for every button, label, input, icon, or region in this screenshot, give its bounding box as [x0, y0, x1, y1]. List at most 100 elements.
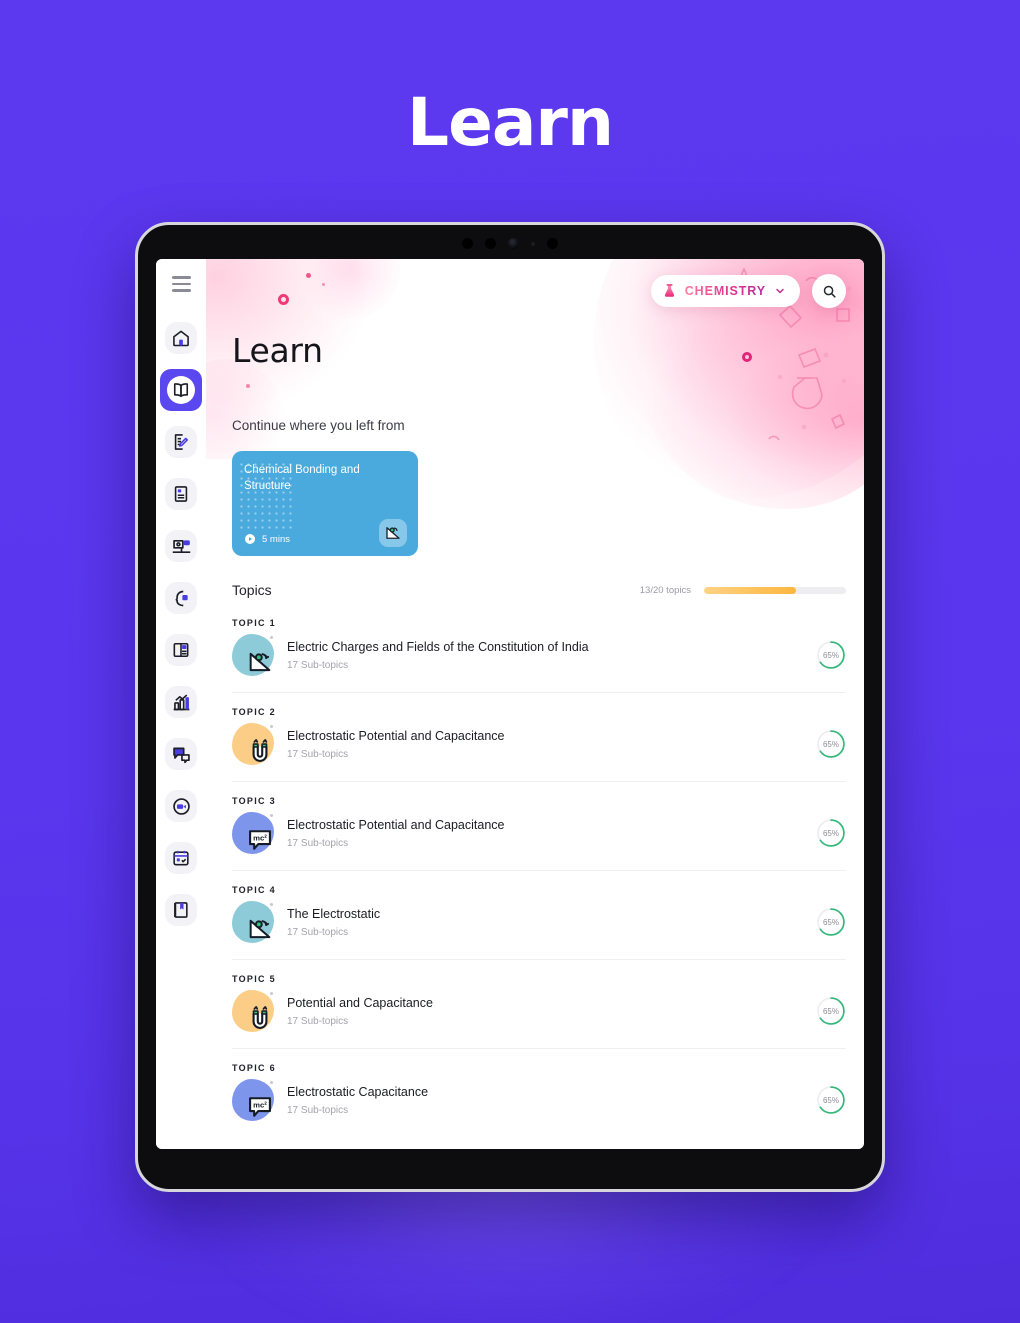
tablet-screen: CHEMISTRY Learn Continue where you left … [156, 259, 864, 1149]
topic-progress-ring: 65% [816, 996, 846, 1026]
topic-subtopics: 17 Sub-topics [287, 748, 349, 760]
topic-item: TOPIC 5 Potential and Capacitance 17 Sub… [232, 960, 846, 1049]
video-presentation-icon [172, 539, 190, 553]
topic-progress-ring: 65% [816, 640, 846, 670]
continue-section-label: Continue where you left from [232, 418, 405, 433]
topic-subtopics: 17 Sub-topics [287, 1015, 349, 1027]
topics-count: 13/20 topics [639, 584, 691, 596]
topics-heading: Topics [232, 582, 272, 598]
progress-percent: 65% [822, 917, 839, 927]
progress-percent: 65% [822, 1095, 839, 1105]
sidebar-item-schedule[interactable] [160, 837, 202, 879]
sidebar-item-live-class[interactable] [160, 525, 202, 567]
topic-subtopics: 17 Sub-topics [287, 1104, 349, 1116]
topic-number: TOPIC 5 [232, 974, 276, 984]
sidebar-item-analytics[interactable] [160, 681, 202, 723]
book-icon [173, 383, 189, 398]
topic-number: TOPIC 2 [232, 707, 276, 717]
video-camera-icon [172, 797, 190, 815]
sidebar-item-videos[interactable] [160, 785, 202, 827]
main-content: CHEMISTRY Learn Continue where you left … [206, 259, 864, 1149]
topic-progress-ring: 65% [816, 1085, 846, 1115]
topic-number: TOPIC 6 [232, 1063, 276, 1073]
topic-number: TOPIC 3 [232, 796, 276, 806]
poster-title: Learn [407, 84, 614, 161]
topic-row[interactable]: Electrostatic Potential and Capacitance … [232, 717, 846, 782]
topic-icon [232, 901, 274, 943]
search-button[interactable] [812, 274, 846, 308]
continue-card[interactable]: Chemical Bonding and Structure 5 mins [232, 451, 418, 556]
progress-percent: 65% [822, 1006, 839, 1016]
incline-ramp-icon [386, 527, 400, 539]
topic-icon [232, 634, 274, 676]
topic-list: TOPIC 1 Electric Charges and Fields of t… [232, 604, 846, 1137]
topic-name: Electrostatic Potential and Capacitance [287, 817, 505, 832]
topic-subtopics: 17 Sub-topics [287, 926, 349, 938]
topic-number: TOPIC 1 [232, 618, 276, 628]
continue-card-duration: 5 mins [244, 533, 290, 545]
topic-name: Electrostatic Potential and Capacitance [287, 728, 505, 743]
topic-progress-ring: 65% [816, 729, 846, 759]
svg-text:mc²: mc² [253, 1101, 267, 1110]
topic-number: TOPIC 4 [232, 885, 276, 895]
sidebar-item-library[interactable] [160, 629, 202, 671]
topic-row[interactable]: mc² Electrostatic Capacitance 17 Sub-top… [232, 1073, 846, 1137]
calendar-check-icon [173, 850, 189, 866]
topic-subtopics: 17 Sub-topics [287, 659, 349, 671]
topics-progress-bar [704, 586, 846, 594]
topics-progress-fill [704, 586, 797, 594]
topic-row[interactable]: The Electrostatic 17 Sub-topics 65% [232, 895, 846, 960]
sidebar-item-doubts[interactable] [160, 733, 202, 775]
search-icon [823, 285, 836, 298]
layout-grid-icon [173, 642, 189, 658]
topic-progress-ring: 65% [816, 818, 846, 848]
camera-dot [485, 238, 496, 249]
topic-icon [232, 723, 274, 765]
topic-row[interactable]: mc² Electrostatic Potential and Capacita… [232, 806, 846, 871]
sidebar-item-learn[interactable] [160, 369, 202, 411]
topic-row[interactable]: Potential and Capacitance 17 Sub-topics … [232, 984, 846, 1049]
topic-name: Potential and Capacitance [287, 995, 433, 1010]
sidebar-item-practice[interactable] [160, 577, 202, 619]
topic-progress-ring: 65% [816, 907, 846, 937]
sidebar-item-home[interactable] [160, 317, 202, 359]
chat-icon [172, 747, 190, 763]
sidebar-item-notes[interactable] [160, 421, 202, 463]
note-edit-icon [174, 434, 189, 450]
sensor-dot [531, 241, 535, 246]
progress-percent: 65% [822, 739, 839, 749]
tablet-device: CHEMISTRY Learn Continue where you left … [135, 222, 885, 1192]
topic-name: Electrostatic Capacitance [287, 1084, 429, 1099]
bookmark-book-icon [174, 902, 188, 918]
topic-item: TOPIC 4 The Electrostatic 17 Sub-topics … [232, 871, 846, 960]
page-title: Learn [232, 331, 323, 370]
camera-dot [462, 238, 473, 249]
topic-subtopics: 17 Sub-topics [287, 837, 349, 849]
play-circle-icon [245, 534, 255, 544]
continue-card-title: Chemical Bonding and Structure [244, 464, 360, 492]
topic-name: Electric Charges and Fields of the Const… [287, 639, 589, 654]
subject-label: CHEMISTRY [684, 284, 766, 298]
topbar: CHEMISTRY [206, 259, 864, 323]
continue-card-icon [379, 519, 407, 547]
hamburger-menu-icon[interactable] [164, 267, 198, 301]
progress-percent: 65% [822, 828, 839, 838]
topic-item: TOPIC 3 mc² Electrostatic Potential and … [232, 782, 846, 871]
topic-name: The Electrostatic [287, 906, 381, 921]
sidebar [156, 259, 206, 1149]
topic-item: TOPIC 6 mc² Electrostatic Capacitance 17… [232, 1049, 846, 1137]
topic-icon: mc² [232, 812, 274, 854]
flask-icon [664, 284, 674, 297]
home-icon [173, 330, 189, 347]
document-icon [174, 486, 188, 502]
sidebar-item-documents[interactable] [160, 473, 202, 515]
subject-selector[interactable]: CHEMISTRY [650, 275, 800, 307]
topic-item: TOPIC 1 Electric Charges and Fields of t… [232, 604, 846, 693]
bar-chart-icon [173, 693, 189, 710]
topics-header: Topics 13/20 topics [232, 582, 846, 598]
sidebar-item-bookmarks[interactable] [160, 889, 202, 931]
camera-lens-icon [508, 238, 519, 249]
topic-row[interactable]: Electric Charges and Fields of the Const… [232, 628, 846, 693]
topic-icon: mc² [232, 1079, 274, 1121]
tablet-camera-array [138, 238, 882, 249]
